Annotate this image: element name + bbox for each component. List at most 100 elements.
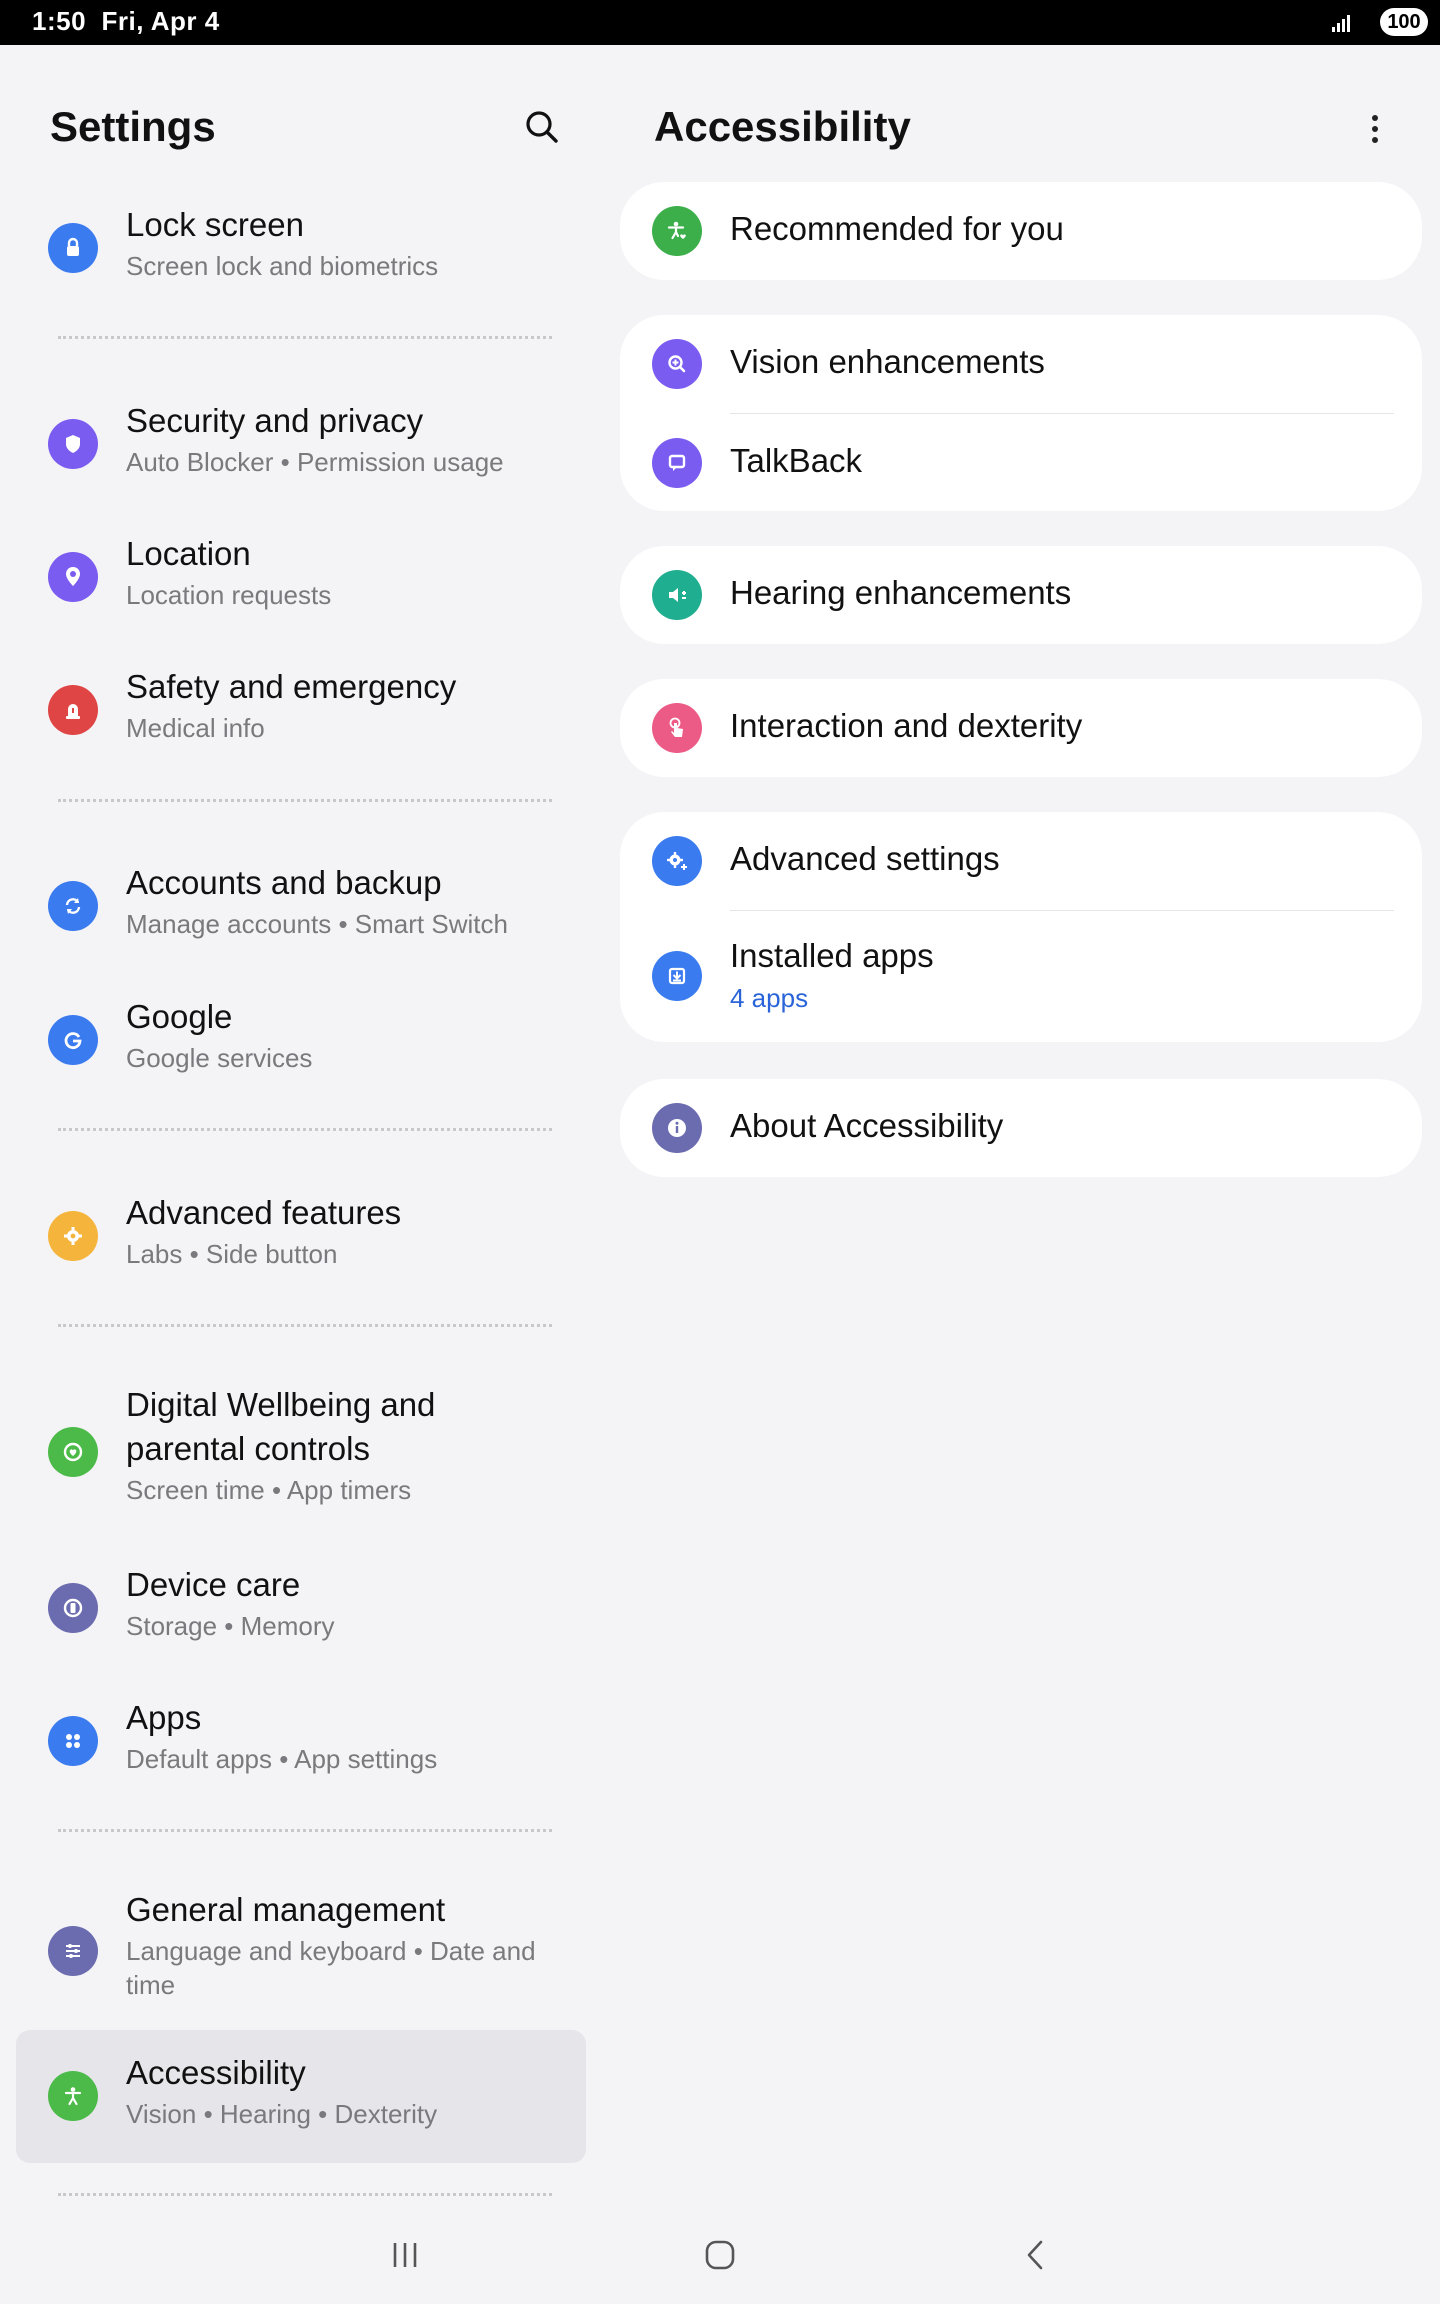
installed-label: Installed apps	[730, 937, 934, 974]
settings-item-accounts[interactable]: Accounts and backup Manage accounts • Sm…	[16, 855, 586, 955]
settings-item-digital-wellbeing[interactable]: Digital Wellbeing and parental controls …	[16, 1381, 586, 1521]
divider	[58, 336, 552, 339]
item-title: Lock screen	[126, 206, 304, 243]
google-icon	[48, 1015, 98, 1065]
wellbeing-icon	[48, 1427, 98, 1477]
item-title: Apps	[126, 1699, 202, 1736]
navigation-bar	[0, 2205, 1440, 2304]
card-advanced: Advanced settings Installed apps 4 apps	[620, 812, 1422, 1042]
item-subtitle: Storage • Memory	[126, 1611, 335, 1641]
item-title: Google	[126, 998, 233, 1035]
magnifier-plus-icon	[652, 339, 702, 389]
siren-icon	[48, 685, 98, 735]
accessibility-heart-icon	[652, 206, 702, 256]
settings-title: Settings	[50, 103, 216, 150]
hearing-label: Hearing enhancements	[730, 574, 1072, 611]
lock-icon	[48, 223, 98, 273]
item-subtitle: Auto Blocker • Permission usage	[126, 447, 504, 477]
location-pin-icon	[48, 552, 98, 602]
item-subtitle: Manage accounts • Smart Switch	[126, 909, 508, 939]
shield-icon	[48, 419, 98, 469]
interaction-dexterity-item[interactable]: Interaction and dexterity	[620, 679, 1422, 777]
accessibility-title: Accessibility	[654, 103, 911, 150]
info-icon	[652, 1103, 702, 1153]
settings-item-google[interactable]: Google Google services	[16, 989, 586, 1089]
accessibility-icon	[48, 2071, 98, 2121]
item-title: Advanced features	[126, 1194, 402, 1231]
item-subtitle: Vision • Hearing • Dexterity	[126, 2099, 438, 2129]
settings-item-security[interactable]: Security and privacy Auto Blocker • Perm…	[16, 393, 586, 493]
item-title: General management	[126, 1891, 446, 1928]
settings-item-device-care[interactable]: Device care Storage • Memory	[16, 1557, 586, 1657]
speaker-icon	[652, 570, 702, 620]
device-care-icon	[48, 1583, 98, 1633]
item-title: Digital Wellbeing and	[126, 1386, 436, 1423]
item-subtitle: Google services	[126, 1043, 313, 1073]
speech-bubble-icon	[652, 438, 702, 488]
advanced-settings-item[interactable]: Advanced settings	[620, 812, 1422, 910]
installed-count: 4 apps	[730, 983, 809, 1013]
settings-item-apps[interactable]: Apps Default apps • App settings	[16, 1690, 586, 1790]
item-title: Accounts and backup	[126, 864, 442, 901]
vision-enhancements-item[interactable]: Vision enhancements	[620, 315, 1422, 413]
card-recommended: Recommended for you	[620, 182, 1422, 280]
talkback-item[interactable]: TalkBack	[620, 414, 1422, 512]
card-hearing: Hearing enhancements	[620, 546, 1422, 644]
installed-apps-item[interactable]: Installed apps 4 apps	[620, 911, 1422, 1041]
item-subtitle: Language and keyboard • Date and	[126, 1936, 536, 1966]
advanced-label: Advanced settings	[730, 840, 1000, 877]
divider	[58, 1128, 552, 1131]
download-icon	[652, 951, 702, 1001]
divider	[58, 1829, 552, 1832]
status-bar: 1:50 Fri, Apr 4 100	[0, 0, 1440, 45]
item-title: Device care	[126, 1566, 301, 1603]
item-title-line2: parental controls	[126, 1430, 370, 1467]
gear-plus-icon	[652, 836, 702, 886]
settings-item-safety[interactable]: Safety and emergency Medical info	[16, 659, 586, 759]
hearing-enhancements-item[interactable]: Hearing enhancements	[620, 546, 1422, 644]
interaction-label: Interaction and dexterity	[730, 707, 1083, 744]
settings-pane: Settings Lock screen Screen lock and bio…	[0, 45, 600, 2205]
divider	[58, 1324, 552, 1327]
search-icon[interactable]	[522, 107, 562, 147]
status-time: 1:50 Fri, Apr 4	[32, 6, 220, 36]
item-title: Location	[126, 535, 251, 572]
puzzle-gear-icon	[48, 1211, 98, 1261]
item-subtitle: Default apps • App settings	[126, 1744, 438, 1774]
apps-grid-icon	[48, 1716, 98, 1766]
settings-item-lock-screen[interactable]: Lock screen Screen lock and biometrics	[16, 197, 586, 297]
sliders-icon	[48, 1926, 98, 1976]
settings-item-advanced-features[interactable]: Advanced features Labs • Side button	[16, 1185, 586, 1285]
item-title: Safety and emergency	[126, 668, 457, 705]
settings-item-accessibility[interactable]: Accessibility Vision • Hearing • Dexteri…	[16, 2030, 586, 2163]
card-vision: Vision enhancements TalkBack	[620, 315, 1422, 511]
card-about: About Accessibility	[620, 1079, 1422, 1177]
divider	[58, 799, 552, 802]
item-subtitle: Location requests	[126, 580, 332, 610]
divider	[58, 2193, 552, 2196]
settings-item-general-management[interactable]: General management Language and keyboard…	[16, 1886, 586, 2022]
item-subtitle-line2: time	[126, 1970, 176, 2000]
settings-item-location[interactable]: Location Location requests	[16, 526, 586, 626]
talkback-label: TalkBack	[730, 442, 863, 479]
item-title: Security and privacy	[126, 402, 424, 439]
battery-indicator: 100	[1380, 8, 1428, 36]
signal-icon	[1332, 15, 1350, 32]
sync-icon	[48, 881, 98, 931]
item-subtitle: Labs • Side button	[126, 1239, 338, 1269]
back-icon[interactable]	[1016, 2235, 1056, 2275]
touch-hand-icon	[652, 703, 702, 753]
recommended-label: Recommended for you	[730, 210, 1064, 247]
card-interaction: Interaction and dexterity	[620, 679, 1422, 777]
item-title: Accessibility	[126, 2054, 306, 2091]
vision-label: Vision enhancements	[730, 343, 1045, 380]
recent-apps-icon[interactable]	[385, 2235, 425, 2275]
recommended-item[interactable]: Recommended for you	[620, 182, 1422, 280]
item-subtitle: Screen time • App timers	[126, 1475, 412, 1505]
more-options-icon[interactable]	[1360, 109, 1390, 149]
item-subtitle: Medical info	[126, 713, 265, 743]
about-accessibility-item[interactable]: About Accessibility	[620, 1079, 1422, 1177]
home-icon[interactable]	[700, 2235, 740, 2275]
about-label: About Accessibility	[730, 1107, 1004, 1144]
item-subtitle: Screen lock and biometrics	[126, 251, 439, 281]
